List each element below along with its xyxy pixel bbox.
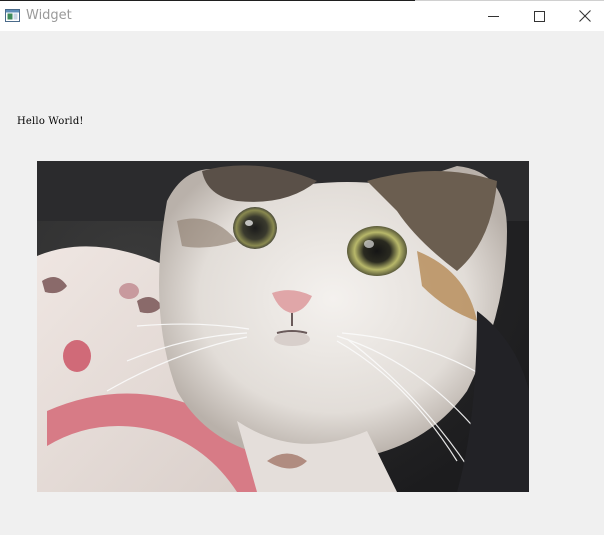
minimize-button[interactable] bbox=[470, 1, 516, 31]
close-icon bbox=[579, 10, 591, 22]
minimize-icon bbox=[487, 11, 499, 22]
maximize-icon bbox=[533, 10, 545, 22]
hello-label: Hello World! bbox=[17, 116, 84, 127]
cat-image bbox=[37, 161, 529, 492]
app-window: Widget Hello World! bbox=[0, 0, 604, 535]
app-window-icon bbox=[5, 9, 20, 22]
window-title: Widget bbox=[26, 8, 72, 23]
maximize-button[interactable] bbox=[516, 1, 562, 31]
title-bar[interactable]: Widget bbox=[0, 0, 604, 31]
close-button[interactable] bbox=[562, 1, 604, 31]
